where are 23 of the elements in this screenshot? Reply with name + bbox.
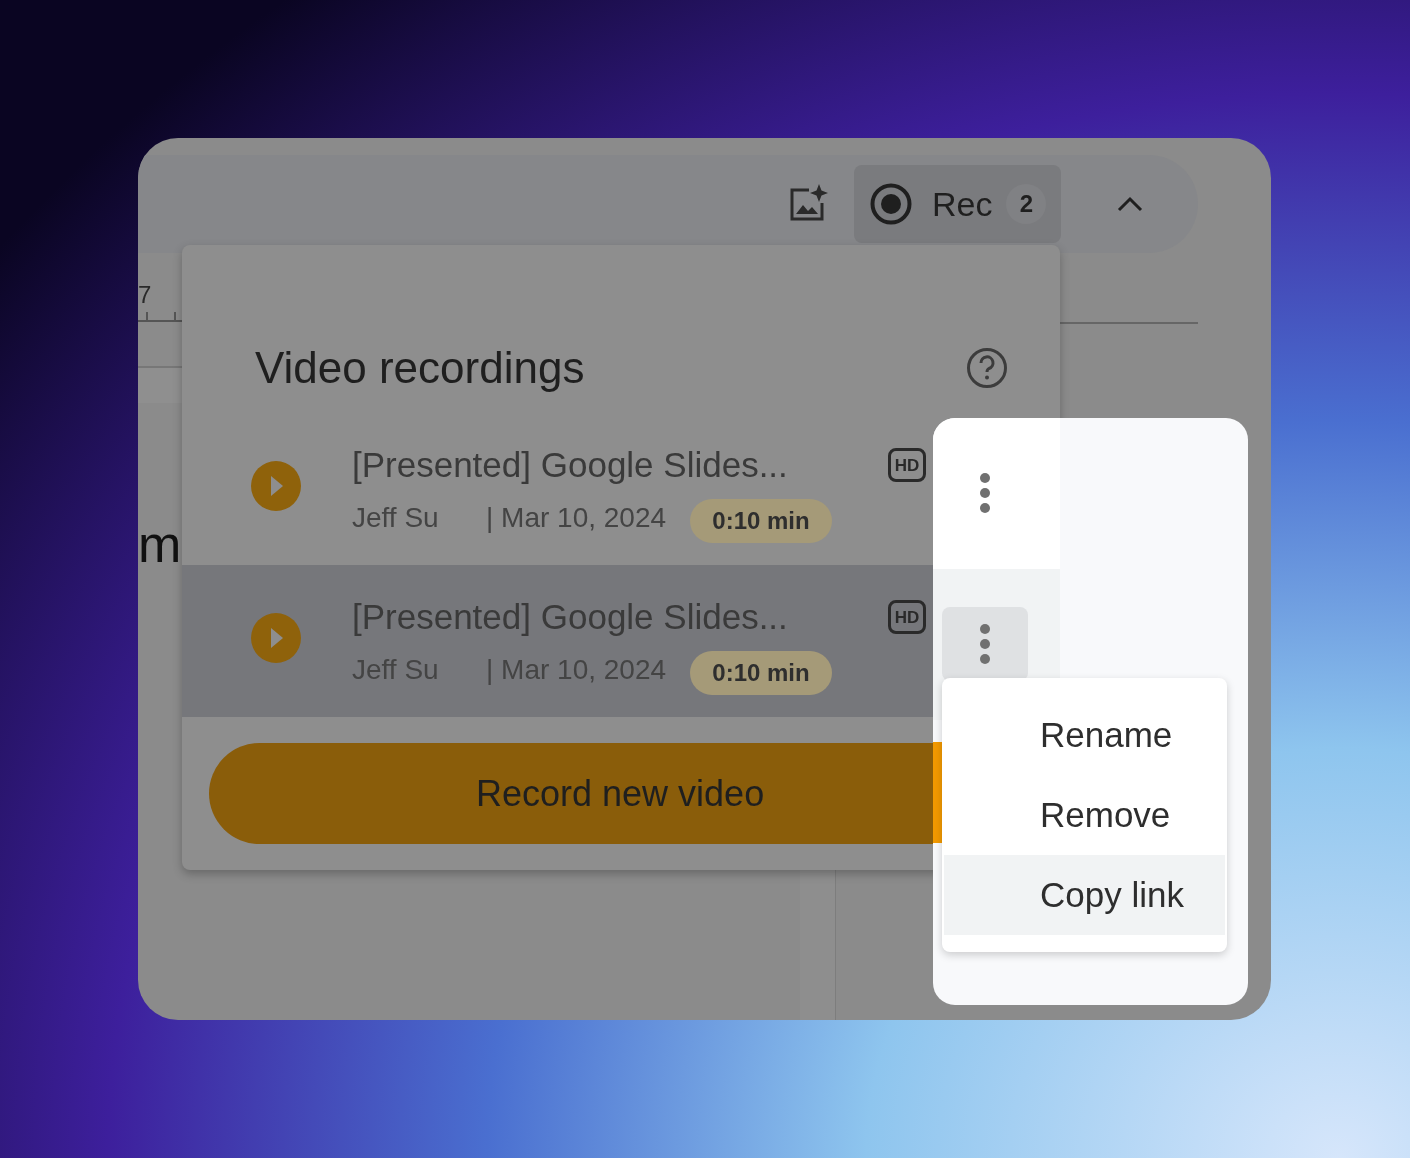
menu-item[interactable]: Copy link (944, 855, 1225, 935)
hd-badge: HD (888, 600, 926, 634)
recording-author: Jeff Su (352, 504, 439, 532)
recording-date: | Mar 10, 2024 (486, 656, 667, 684)
duration-chip: 0:10 min (690, 651, 832, 695)
rec-button[interactable]: Rec 2 (854, 165, 1061, 243)
image-sparkle-icon (789, 184, 829, 222)
kebab-icon (980, 473, 990, 513)
hd-badge: HD (888, 448, 926, 482)
document-text: m (138, 518, 182, 570)
record-icon (870, 183, 912, 225)
panel-title: Video recordings (255, 346, 585, 390)
duration-chip: 0:10 min (690, 499, 832, 543)
ruler-label: 7 (138, 283, 152, 307)
recording-row[interactable]: [Presented] Google Slides... Jeff Su | Mar 10, 2024 0:10 min HD (182, 413, 933, 565)
rec-count: 2 (1006, 184, 1047, 224)
recording-date: | Mar 10, 2024 (486, 504, 667, 532)
chevron-up-icon[interactable] (1117, 196, 1143, 212)
help-icon[interactable] (966, 347, 1008, 389)
kebab-icon (980, 624, 990, 664)
recording-title: [Presented] Google Slides... (352, 599, 788, 634)
recording-title: [Presented] Google Slides... (352, 447, 788, 482)
more-options-button[interactable] (942, 607, 1028, 681)
